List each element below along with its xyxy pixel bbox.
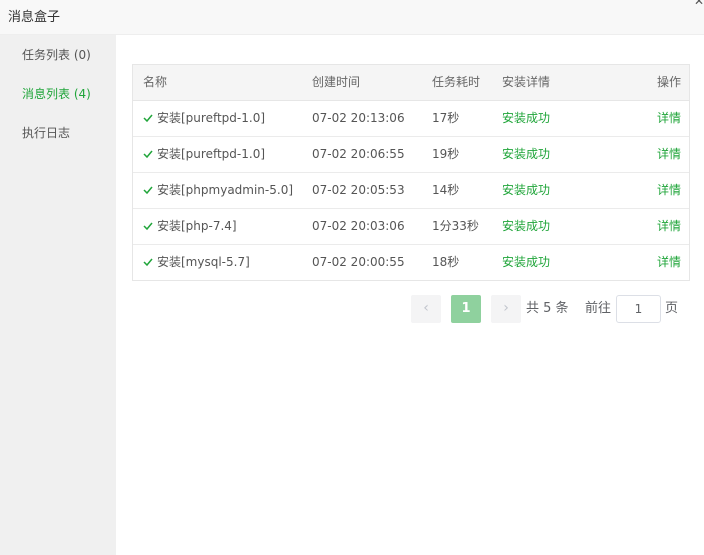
row-name: 安装[phpmyadmin-5.0] — [157, 183, 294, 197]
table-row: 安装[pureftpd-1.0] 07-02 20:06:55 19秒 安装成功… — [133, 137, 689, 173]
table-row: 安装[phpmyadmin-5.0] 07-02 20:05:53 14秒 安装… — [133, 173, 689, 209]
sidebar-item-message-list[interactable]: 消息列表 (4) — [22, 84, 91, 104]
row-status: 安装成功 — [502, 111, 551, 125]
row-status: 安装成功 — [502, 255, 551, 269]
row-detail-link[interactable]: 详情 — [657, 173, 681, 208]
sidebar: 任务列表 (0) 消息列表 (4) 执行日志 — [0, 35, 116, 555]
goto-page-input[interactable] — [616, 295, 661, 323]
check-icon — [143, 186, 153, 194]
row-time: 07-02 20:06:55 — [312, 147, 405, 161]
row-status: 安装成功 — [502, 219, 551, 233]
row-name: 安装[pureftpd-1.0] — [157, 111, 266, 125]
table-row: 安装[mysql-5.7] 07-02 20:00:55 18秒 安装成功 详情 — [133, 245, 689, 281]
row-status: 安装成功 — [502, 183, 551, 197]
header-name: 名称 — [143, 75, 168, 89]
row-time: 07-02 20:00:55 — [312, 255, 405, 269]
row-time: 07-02 20:03:06 — [312, 219, 405, 233]
message-table: 名称 创建时间 任务耗时 安装详情 操作 安装[pureftpd-1.0] 07… — [132, 64, 690, 281]
page-suffix: 页 — [665, 301, 679, 316]
total-count: 共 5 条 — [526, 301, 569, 316]
row-duration: 19秒 — [432, 147, 460, 161]
header-created: 创建时间 — [312, 75, 361, 89]
row-duration: 18秒 — [432, 255, 460, 269]
row-time: 07-02 20:05:53 — [312, 183, 405, 197]
title-bar: 消息盒子 — [0, 0, 704, 35]
table-row: 安装[pureftpd-1.0] 07-02 20:13:06 17秒 安装成功… — [133, 101, 689, 137]
row-duration: 14秒 — [432, 183, 460, 197]
row-duration: 17秒 — [432, 111, 460, 125]
row-time: 07-02 20:13:06 — [312, 111, 405, 125]
row-detail-link[interactable]: 详情 — [657, 209, 681, 244]
sidebar-item-task-list[interactable]: 任务列表 (0) — [22, 45, 91, 65]
sidebar-item-exec-log[interactable]: 执行日志 — [22, 123, 70, 143]
row-detail-link[interactable]: 详情 — [657, 245, 681, 280]
row-duration: 1分33秒 — [432, 219, 479, 233]
check-icon — [143, 150, 153, 158]
table-row: 安装[php-7.4] 07-02 20:03:06 1分33秒 安装成功 详情 — [133, 209, 689, 245]
row-detail-link[interactable]: 详情 — [657, 101, 681, 136]
goto-label: 前往 — [585, 301, 612, 316]
next-page-button[interactable]: › — [491, 295, 521, 323]
row-name: 安装[php-7.4] — [157, 219, 237, 233]
row-name: 安装[pureftpd-1.0] — [157, 147, 266, 161]
check-icon — [143, 222, 153, 230]
table-header: 名称 创建时间 任务耗时 安装详情 操作 — [133, 65, 689, 101]
check-icon — [143, 114, 153, 122]
row-status: 安装成功 — [502, 147, 551, 161]
window-title: 消息盒子 — [8, 10, 61, 25]
page-1-button[interactable]: 1 — [451, 295, 481, 323]
prev-page-button[interactable]: ‹ — [411, 295, 441, 323]
row-name: 安装[mysql-5.7] — [157, 255, 250, 269]
header-detail: 安装详情 — [502, 75, 551, 89]
close-icon[interactable]: ✕ — [694, 0, 704, 7]
header-duration: 任务耗时 — [432, 75, 481, 89]
row-detail-link[interactable]: 详情 — [657, 137, 681, 172]
header-action: 操作 — [656, 75, 681, 89]
check-icon — [143, 258, 153, 266]
